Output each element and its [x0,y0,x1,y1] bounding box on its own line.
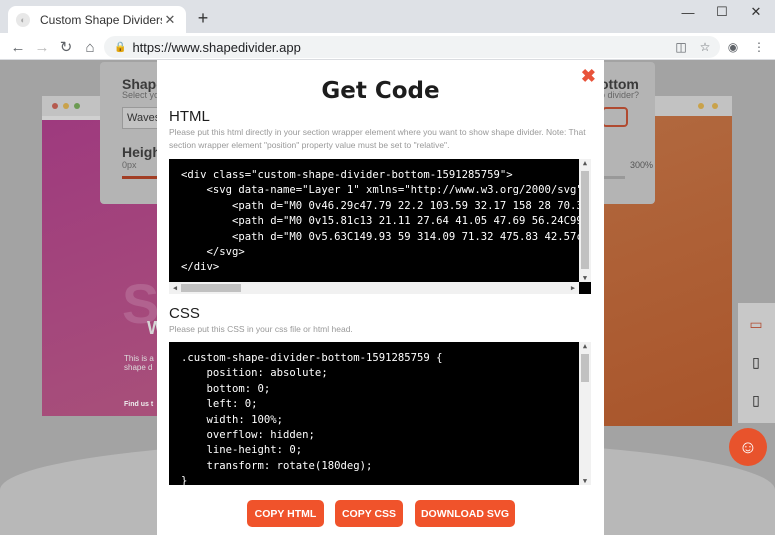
css-vertical-scrollbar[interactable]: ▲ ▼ [579,342,591,485]
forward-icon[interactable]: → [32,37,52,57]
menu-icon[interactable]: ⋮ [750,38,768,56]
modal-title: Get Code [321,78,440,104]
close-window-icon[interactable]: ✕ [739,0,773,24]
height-max: 300% [630,160,654,170]
yellow-dot [698,103,704,109]
new-tab-button[interactable]: + [193,8,213,29]
profile-avatar-icon[interactable]: ◉ [724,38,742,56]
browser-tab[interactable]: ◐ Custom Shape Dividers ✕ [8,6,186,33]
copy-css-button[interactable]: COPY CSS [335,500,403,527]
height-label: Heigh [122,144,161,160]
html-code: <div class="custom-shape-divider-bottom-… [181,169,590,274]
bookmark-star-icon[interactable]: ☆ [696,38,714,56]
minimize-icon[interactable]: — [671,0,705,24]
url-text: https://www.shapedivider.app [132,39,301,55]
home-icon[interactable]: ⌂ [80,37,100,57]
browser-toolbar: ← → ↻ ⌂ 🔒 https://www.shapedivider.app ◫… [0,33,775,60]
html-note: Please put this html directly in your se… [169,127,586,150]
scroll-down-icon[interactable]: ▼ [579,274,591,282]
css-heading: CSS [169,305,200,322]
device-switcher: ▭ ▯ ▯ [738,303,775,423]
yellow-dot [712,103,718,109]
page-content: S W This is a shape d Find us t Shape Se… [0,60,775,535]
translate-icon[interactable]: ◫ [672,38,690,56]
html-vertical-scrollbar[interactable]: ▲ ▼ [579,159,591,282]
tab-bar: ◐ Custom Shape Dividers ✕ + — ☐ ✕ [0,0,775,33]
red-dot [52,103,58,109]
favicon-icon: ◐ [16,12,30,27]
maximize-icon[interactable]: ☐ [705,0,739,24]
scroll-up-icon[interactable]: ▲ [579,159,591,167]
css-code: .custom-shape-divider-bottom-1591285759 … [181,352,443,485]
scroll-down-icon[interactable]: ▼ [579,477,591,485]
height-min: 0px [122,160,137,170]
get-code-modal: ✖ Get Code HTML Please put this html dir… [157,60,604,535]
html-code-box[interactable]: <div class="custom-shape-divider-bottom-… [169,159,591,294]
bottom-hint: o divider? [600,90,640,100]
html-horizontal-scrollbar[interactable]: ◀ ▶ [169,282,579,294]
tablet-icon[interactable]: ▯ [747,353,765,371]
css-note: Please put this CSS in your css file or … [169,324,353,334]
lock-icon: 🔒 [114,41,127,53]
yellow-dot [63,103,69,109]
scroll-left-icon[interactable]: ◀ [169,282,181,294]
scroll-thumb[interactable] [181,284,241,292]
desktop-icon[interactable]: ▭ [747,315,765,333]
select-hint: Select yo [122,90,160,100]
address-bar[interactable]: 🔒 https://www.shapedivider.app [104,36,720,58]
scroll-thumb[interactable] [581,171,589,269]
hero-text: This is a shape d [124,354,154,372]
hero-find-text: Find us t [124,401,154,408]
close-tab-icon[interactable]: ✕ [162,12,178,28]
mobile-icon[interactable]: ▯ [747,391,765,409]
scroll-right-icon[interactable]: ▶ [567,282,579,294]
tab-title: Custom Shape Dividers [40,12,162,27]
copy-html-button[interactable]: COPY HTML [247,500,324,527]
scroll-up-icon[interactable]: ▲ [579,342,591,350]
download-svg-button[interactable]: DOWNLOAD SVG [415,500,515,527]
action-buttons: COPY HTML COPY CSS DOWNLOAD SVG [157,500,604,528]
chat-icon[interactable]: ☺ [729,428,767,466]
scroll-thumb[interactable] [581,354,589,382]
green-dot [74,103,80,109]
html-heading: HTML [169,108,210,125]
css-code-box[interactable]: .custom-shape-divider-bottom-1591285759 … [169,342,591,485]
reload-icon[interactable]: ↻ [56,37,76,57]
bottom-toggle-button[interactable] [602,107,628,127]
back-icon[interactable]: ← [8,37,28,57]
